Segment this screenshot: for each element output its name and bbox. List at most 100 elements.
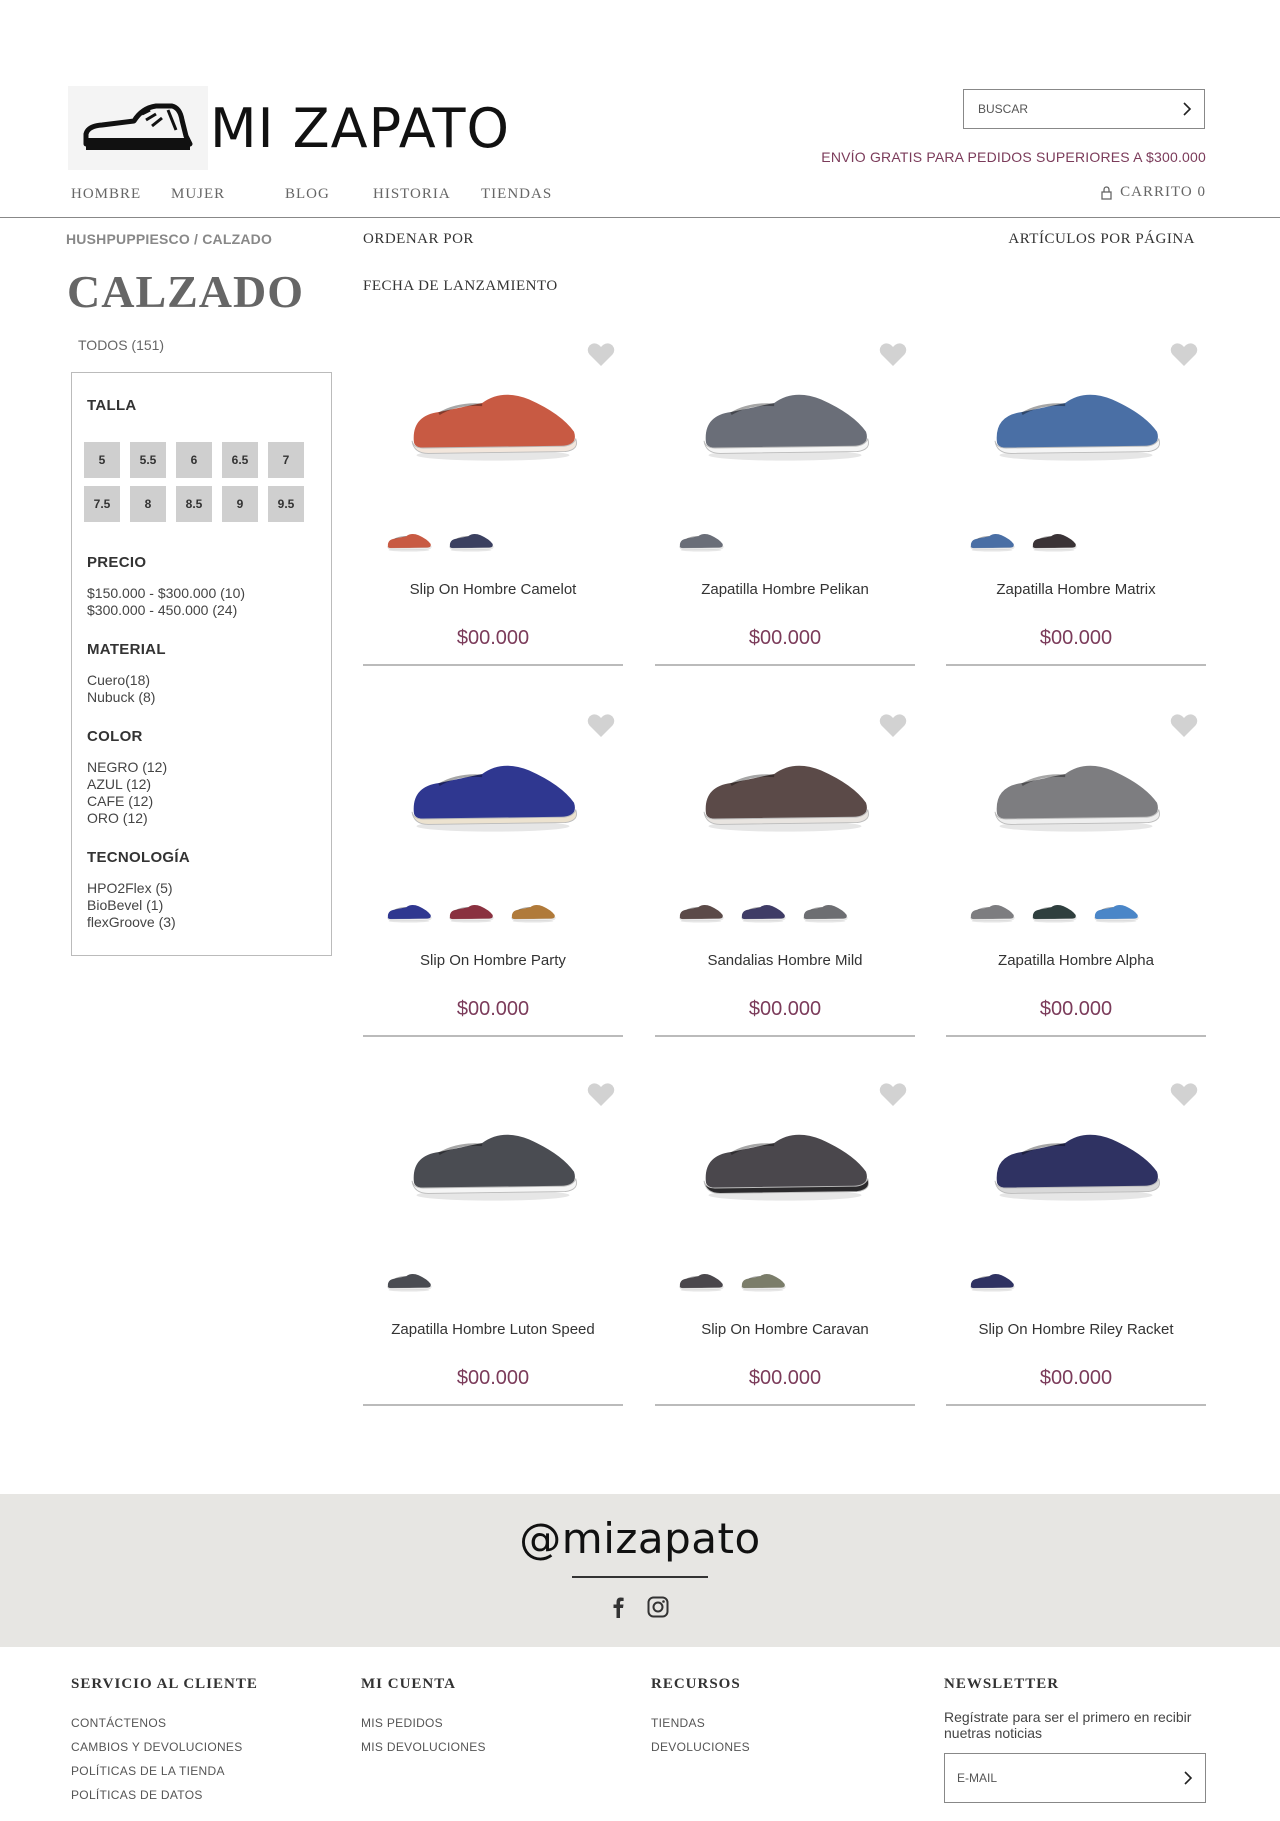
filter-option[interactable]: ORO (12) [87, 810, 331, 827]
product-image[interactable] [393, 366, 593, 476]
color-swatch[interactable] [507, 899, 559, 925]
footer-heading: SERVICIO AL CLIENTE [71, 1676, 258, 1692]
size-chip[interactable]: 7 [268, 442, 304, 478]
filter-option[interactable]: Nubuck (8) [87, 689, 331, 706]
color-swatches [675, 1268, 799, 1294]
nav-item-historia[interactable]: HISTORIA [373, 186, 481, 203]
size-chip[interactable]: 7.5 [84, 486, 120, 522]
color-swatch[interactable] [445, 528, 497, 554]
product-image[interactable] [976, 366, 1176, 476]
color-swatch[interactable] [966, 1268, 1018, 1294]
footer-link[interactable]: DEVOLUCIONES [651, 1735, 750, 1759]
color-swatch[interactable] [383, 899, 435, 925]
size-chip[interactable]: 8.5 [176, 486, 212, 522]
items-per-page-select[interactable]: ARTÍCULOS POR PÁGINA [1008, 231, 1195, 248]
filter-option[interactable]: HPO2Flex (5) [87, 880, 331, 897]
product-image[interactable] [685, 1106, 885, 1216]
instagram-icon[interactable] [645, 1594, 671, 1620]
product-name[interactable]: Zapatilla Hombre Matrix [946, 581, 1206, 598]
filter-heading-talla: TALLA [87, 397, 137, 414]
size-chip[interactable]: 8 [130, 486, 166, 522]
footer-link[interactable]: MIS PEDIDOS [361, 1711, 486, 1735]
footer-link[interactable]: POLÍTICAS DE DATOS [71, 1783, 258, 1807]
color-swatch[interactable] [737, 1268, 789, 1294]
footer-heading: MI CUENTA [361, 1676, 456, 1692]
email-field[interactable] [957, 1771, 1157, 1785]
size-chip[interactable]: 6 [176, 442, 212, 478]
cart-link[interactable]: CARRITO 0 [1101, 184, 1206, 201]
color-swatch[interactable] [675, 899, 727, 925]
product-price: $00.000 [456, 1367, 530, 1389]
color-swatch[interactable] [445, 899, 497, 925]
facebook-icon[interactable] [605, 1594, 631, 1620]
color-swatches [383, 1268, 445, 1294]
product-card[interactable]: Slip On Hombre Party $00.000 [363, 707, 623, 1037]
product-name[interactable]: Zapatilla Hombre Luton Speed [363, 1321, 623, 1338]
product-name[interactable]: Slip On Hombre Riley Racket [946, 1321, 1206, 1338]
footer-link[interactable]: CAMBIOS Y DEVOLUCIONES [71, 1735, 258, 1759]
all-count-link[interactable]: TODOS (151) [78, 337, 164, 353]
color-swatch[interactable] [383, 1268, 435, 1294]
color-swatch[interactable] [966, 528, 1018, 554]
product-image[interactable] [393, 1106, 593, 1216]
footer-link[interactable]: POLÍTICAS DE LA TIENDA [71, 1759, 258, 1783]
size-chip[interactable]: 9 [222, 486, 258, 522]
sort-select[interactable]: FECHA DE LANZAMIENTO [363, 278, 558, 295]
color-swatch[interactable] [675, 1268, 727, 1294]
size-chip[interactable]: 9.5 [268, 486, 304, 522]
product-name[interactable]: Sandalias Hombre Mild [655, 952, 915, 969]
product-image[interactable] [976, 1106, 1176, 1216]
footer-link[interactable]: CONTÁCTENOS [71, 1711, 258, 1735]
product-card[interactable]: Zapatilla Hombre Luton Speed $00.000 [363, 1076, 623, 1406]
chevron-right-icon[interactable] [1183, 1770, 1193, 1786]
nav-item-tiendas[interactable]: TIENDAS [481, 186, 552, 203]
color-swatch[interactable] [966, 899, 1018, 925]
color-swatch[interactable] [799, 899, 851, 925]
filter-option[interactable]: $150.000 - $300.000 (10) [87, 585, 331, 602]
nav-item-mujer[interactable]: MUJER [171, 186, 285, 203]
filter-option[interactable]: NEGRO (12) [87, 759, 331, 776]
breadcrumb[interactable]: HUSHPUPPIESCO / CALZADO [66, 231, 272, 247]
footer-link[interactable]: TIENDAS [651, 1711, 750, 1735]
product-name[interactable]: Zapatilla Hombre Alpha [946, 952, 1206, 969]
filter-option[interactable]: Cuero(18) [87, 672, 331, 689]
brand-logo[interactable]: MI ZAPATO [68, 86, 510, 170]
social-icons [605, 1594, 685, 1620]
product-name[interactable]: Slip On Hombre Camelot [363, 581, 623, 598]
product-price: $00.000 [748, 1367, 822, 1389]
product-name[interactable]: Slip On Hombre Party [363, 952, 623, 969]
product-card[interactable]: Sandalias Hombre Mild $00.000 [655, 707, 915, 1037]
product-card[interactable]: Zapatilla Hombre Pelikan $00.000 [655, 336, 915, 666]
color-swatch[interactable] [737, 899, 789, 925]
product-card[interactable]: Slip On Hombre Camelot $00.000 [363, 336, 623, 666]
filter-option[interactable]: flexGroove (3) [87, 914, 331, 931]
product-card[interactable]: Zapatilla Hombre Matrix $00.000 [946, 336, 1206, 666]
chevron-right-icon[interactable] [1182, 101, 1192, 117]
color-swatch[interactable] [1028, 528, 1080, 554]
color-swatch[interactable] [1090, 899, 1142, 925]
filter-option[interactable]: CAFE (12) [87, 793, 331, 810]
product-image[interactable] [685, 737, 885, 847]
footer-col-cuenta: MI CUENTA MIS PEDIDOS MIS DEVOLUCIONES [361, 1676, 486, 1759]
product-card[interactable]: Slip On Hombre Caravan $00.000 [655, 1076, 915, 1406]
footer-link[interactable]: MIS DEVOLUCIONES [361, 1735, 486, 1759]
color-swatch[interactable] [1028, 899, 1080, 925]
search-input[interactable] [978, 102, 1158, 116]
nav-item-blog[interactable]: BLOG [285, 186, 373, 203]
size-chip[interactable]: 6.5 [222, 442, 258, 478]
color-swatch[interactable] [675, 528, 727, 554]
filter-option[interactable]: $300.000 - 450.000 (24) [87, 602, 331, 619]
color-swatch[interactable] [383, 528, 435, 554]
filter-option[interactable]: BioBevel (1) [87, 897, 331, 914]
product-image[interactable] [685, 366, 885, 476]
product-card[interactable]: Zapatilla Hombre Alpha $00.000 [946, 707, 1206, 1037]
product-name[interactable]: Zapatilla Hombre Pelikan [655, 581, 915, 598]
size-chip[interactable]: 5.5 [130, 442, 166, 478]
nav-item-hombre[interactable]: HOMBRE [71, 186, 171, 203]
product-image[interactable] [976, 737, 1176, 847]
product-image[interactable] [393, 737, 593, 847]
filter-option[interactable]: AZUL (12) [87, 776, 331, 793]
size-chip[interactable]: 5 [84, 442, 120, 478]
product-name[interactable]: Slip On Hombre Caravan [655, 1321, 915, 1338]
product-card[interactable]: Slip On Hombre Riley Racket $00.000 [946, 1076, 1206, 1406]
